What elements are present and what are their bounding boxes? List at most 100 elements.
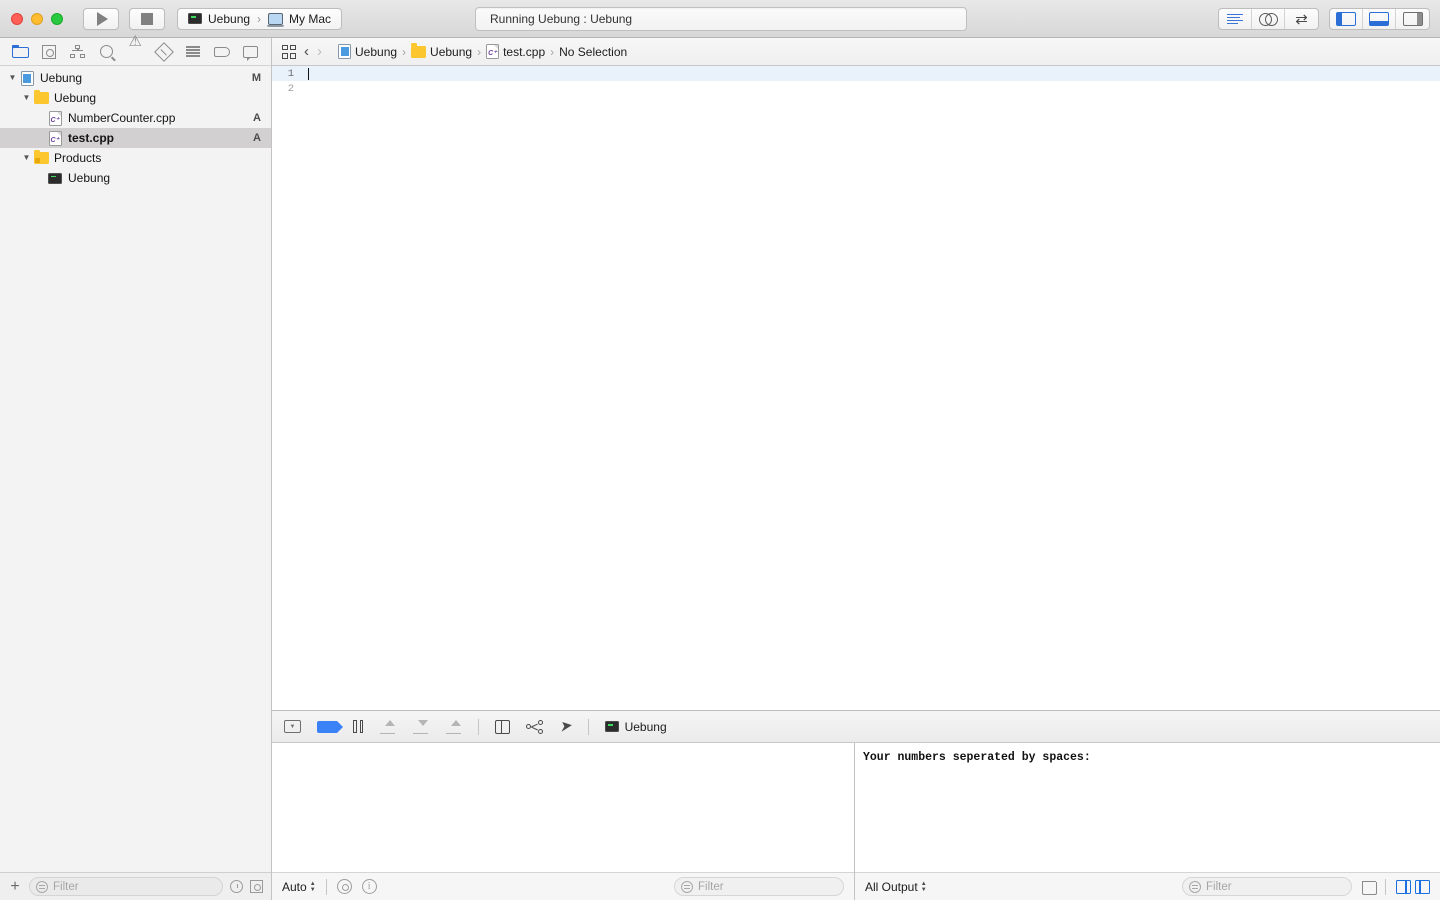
issue-navigator-tab[interactable] — [124, 34, 146, 62]
source-editor[interactable]: 1 2 — [272, 66, 1440, 710]
variable-scope-label: Auto — [282, 879, 307, 894]
breadcrumb-item-selection[interactable]: No Selection — [559, 45, 627, 59]
debug-navigator-tab[interactable] — [182, 42, 204, 62]
code-line[interactable]: 2 — [272, 81, 1440, 96]
code-line[interactable]: 1 — [272, 66, 1440, 81]
lines-icon — [1227, 13, 1243, 25]
breakpoint-navigator-tab[interactable] — [211, 42, 233, 62]
show-variables-icon[interactable] — [1396, 879, 1411, 894]
editor-area: ‹ › Uebung › Uebung › test.cpp — [272, 38, 1440, 900]
debug-area: ➤ Uebung Auto ▲▼ — [272, 710, 1440, 900]
executable-icon — [188, 13, 202, 24]
assistant-editor-button[interactable] — [1252, 9, 1285, 29]
hide-debug-area-button[interactable] — [284, 718, 301, 736]
view-hierarchy-button[interactable] — [495, 718, 510, 736]
output-scope-dropdown[interactable]: All Output ▲ ▼ — [865, 880, 927, 894]
version-editor-button[interactable]: ⇄ — [1285, 9, 1318, 29]
trash-icon[interactable] — [1361, 879, 1377, 895]
pane-bottom-icon — [1369, 12, 1389, 26]
source-control-filter-icon[interactable] — [250, 880, 263, 893]
grid-icon[interactable] — [282, 44, 296, 59]
memory-graph-button[interactable] — [526, 718, 543, 736]
location-arrow-icon: ➤ — [557, 717, 573, 736]
breadcrumb-separator: › — [402, 44, 407, 59]
play-icon — [96, 11, 108, 26]
scheme-selector[interactable]: Uebung › My Mac — [177, 7, 343, 30]
variables-list[interactable] — [272, 743, 854, 872]
info-icon[interactable]: i — [361, 879, 377, 894]
forward-button[interactable]: › — [317, 44, 322, 59]
add-file-button[interactable]: + — [8, 878, 22, 895]
close-button[interactable] — [11, 12, 23, 25]
navigator-tab-bar — [0, 34, 271, 66]
tree-row-group-uebung[interactable]: ▼ Uebung — [0, 88, 271, 108]
filter-placeholder: Filter — [1206, 880, 1232, 893]
simulate-location-button[interactable]: ➤ — [557, 717, 573, 736]
find-navigator-tab[interactable] — [96, 42, 118, 62]
debug-process-item[interactable]: Uebung — [604, 720, 667, 734]
minimize-button[interactable] — [31, 12, 43, 25]
line-number: 1 — [287, 67, 294, 80]
tree-row-product-uebung[interactable]: Uebung — [0, 168, 271, 188]
variables-filter-field[interactable]: Filter — [674, 877, 844, 896]
navigator-filter-field[interactable]: Filter — [29, 877, 223, 896]
breadcrumb-item-file[interactable]: test.cpp — [486, 44, 545, 59]
test-navigator-tab[interactable] — [153, 41, 175, 62]
navigator-footer: + Filter — [0, 872, 271, 900]
memory-graph-icon — [526, 719, 543, 734]
variables-footer: Auto ▲ ▼ i Filter — [272, 872, 854, 900]
debug-split-toggles — [1396, 879, 1430, 894]
hide-pane-icon — [284, 720, 301, 733]
tree-row-products[interactable]: ▼ Products — [0, 148, 271, 168]
venn-icon — [1258, 12, 1278, 26]
tree-item-label: Products — [54, 151, 102, 165]
symbol-navigator-tab[interactable] — [67, 42, 89, 62]
disclosure-triangle[interactable]: ▼ — [20, 154, 33, 162]
eye-icon[interactable] — [336, 879, 352, 894]
breadcrumb-item-folder[interactable]: Uebung — [411, 43, 472, 59]
window-controls — [0, 12, 63, 25]
navigator-panel: ▼ Uebung M ▼ Uebung NumberCounter.cpp A — [0, 34, 272, 900]
search-icon — [100, 45, 114, 58]
clock-icon[interactable] — [230, 880, 243, 893]
debug-area-toggle-button[interactable] — [1363, 9, 1396, 29]
disclosure-triangle[interactable]: ▼ — [20, 94, 33, 102]
rows-icon — [185, 46, 200, 57]
tree-row-project[interactable]: ▼ Uebung M — [0, 68, 271, 88]
project-icon — [338, 44, 351, 59]
show-console-icon[interactable] — [1415, 879, 1430, 894]
status-badge: A — [253, 132, 261, 144]
navigator-toggle-button[interactable] — [1330, 9, 1363, 29]
breadcrumb-separator: › — [477, 44, 482, 59]
status-badge: A — [253, 112, 261, 124]
report-navigator-tab[interactable] — [240, 42, 262, 62]
back-button[interactable]: ‹ — [304, 44, 309, 59]
tree-row-numbercounter-cpp[interactable]: NumberCounter.cpp A — [0, 108, 271, 128]
activity-status-bar: Running Uebung : Uebung — [475, 7, 967, 31]
tree-item-label: NumberCounter.cpp — [68, 111, 176, 125]
cpp-file-icon — [486, 44, 500, 59]
step-into-button[interactable] — [412, 718, 429, 736]
project-navigator-tab[interactable] — [9, 42, 31, 62]
console-output[interactable]: Your numbers seperated by spaces: — [855, 743, 1440, 872]
stop-button[interactable] — [129, 7, 165, 30]
console-filter-field[interactable]: Filter — [1182, 877, 1352, 896]
run-button[interactable] — [83, 7, 119, 30]
breadcrumb-label: test.cpp — [503, 44, 546, 59]
step-over-button[interactable] — [379, 718, 396, 736]
standard-editor-button[interactable] — [1219, 9, 1252, 29]
disclosure-triangle[interactable]: ▼ — [6, 74, 19, 82]
divider — [587, 718, 589, 735]
deactivate-breakpoints-button[interactable] — [317, 718, 343, 736]
pause-button[interactable] — [353, 718, 363, 736]
variable-scope-dropdown[interactable]: Auto ▲ ▼ — [282, 880, 316, 894]
source-control-navigator-tab[interactable] — [38, 42, 60, 62]
breadcrumb-item-project[interactable]: Uebung — [338, 44, 397, 59]
tree-row-test-cpp[interactable]: test.cpp A — [0, 128, 271, 148]
step-out-button[interactable] — [445, 718, 462, 736]
text-cursor — [308, 67, 310, 80]
inspector-toggle-button[interactable] — [1396, 9, 1429, 29]
tree-item-label: test.cpp — [68, 131, 115, 145]
zoom-button[interactable] — [51, 12, 63, 25]
pane-left-icon — [1336, 12, 1356, 26]
